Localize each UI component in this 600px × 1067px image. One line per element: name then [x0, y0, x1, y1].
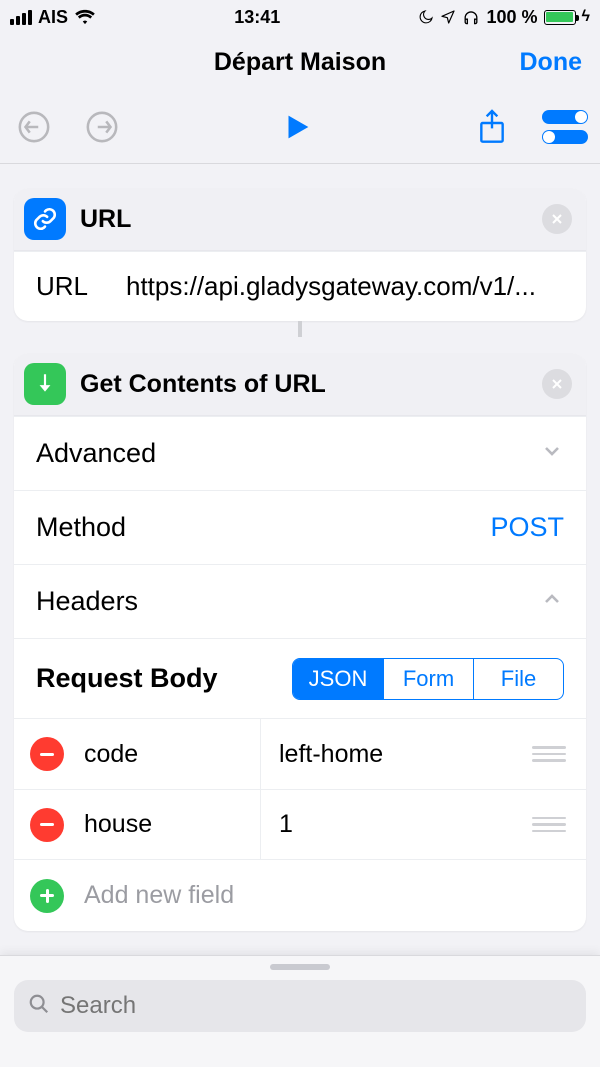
share-button[interactable]: [470, 105, 514, 149]
reorder-handle[interactable]: [526, 746, 572, 762]
redo-button[interactable]: [80, 105, 124, 149]
connector: [298, 321, 302, 337]
request-body-row: Request Body JSON Form File: [14, 638, 586, 718]
clock: 13:41: [234, 7, 280, 28]
method-value[interactable]: POST: [490, 512, 564, 543]
url-field-row[interactable]: URL https://api.gladysgateway.com/v1/...: [14, 251, 586, 321]
advanced-label: Advanced: [36, 438, 156, 469]
page-title: Départ Maison: [214, 48, 386, 77]
card-title: Get Contents of URL: [80, 370, 542, 399]
add-field-row[interactable]: Add new field: [14, 859, 586, 931]
status-right: 100 % ϟ: [418, 7, 590, 28]
settings-toggle-button[interactable]: [542, 109, 588, 145]
body-type-segmented-control[interactable]: JSON Form File: [292, 658, 564, 700]
download-icon: [24, 363, 66, 405]
search-input[interactable]: [60, 992, 572, 1020]
toolbar: [0, 90, 600, 164]
search-field[interactable]: [14, 980, 586, 1032]
nav-header: Départ Maison Done: [0, 34, 600, 90]
action-card-get-contents[interactable]: Get Contents of URL Advanced Method POST…: [14, 353, 586, 931]
method-row[interactable]: Method POST: [14, 490, 586, 564]
carrier-label: AIS: [38, 7, 68, 28]
seg-form[interactable]: Form: [383, 659, 473, 699]
field-row[interactable]: code left-home: [14, 719, 586, 789]
field-key[interactable]: code: [80, 740, 260, 769]
wifi-icon: [74, 9, 96, 25]
status-left: AIS: [10, 7, 96, 28]
actions-sheet[interactable]: [0, 955, 600, 1067]
toggle-icon: [542, 130, 588, 144]
card-title: URL: [80, 205, 542, 234]
seg-json[interactable]: JSON: [293, 659, 383, 699]
advanced-row[interactable]: Advanced: [14, 416, 586, 490]
field-value[interactable]: 1: [261, 810, 526, 839]
headers-label: Headers: [36, 586, 138, 617]
chevron-down-icon: [540, 439, 564, 468]
canvas[interactable]: URL URL https://api.gladysgateway.com/v1…: [0, 164, 600, 931]
toggle-icon: [542, 110, 588, 124]
do-not-disturb-icon: [418, 9, 434, 25]
done-button[interactable]: Done: [520, 48, 583, 77]
url-label: URL: [36, 271, 126, 302]
add-field-placeholder: Add new field: [84, 881, 234, 910]
field-row[interactable]: house 1: [14, 789, 586, 859]
battery-percent: 100 %: [486, 7, 537, 28]
action-card-url[interactable]: URL URL https://api.gladysgateway.com/v1…: [14, 188, 586, 321]
card-header: URL: [14, 188, 586, 251]
status-bar: AIS 13:41 100 % ϟ: [0, 0, 600, 34]
body-fields: code left-home house 1 Add new field: [14, 718, 586, 931]
charging-icon: ϟ: [582, 8, 590, 26]
remove-field-button[interactable]: [30, 737, 64, 771]
location-icon: [440, 9, 456, 25]
card-header: Get Contents of URL: [14, 353, 586, 416]
cellular-signal-icon: [10, 10, 32, 25]
method-label: Method: [36, 512, 126, 543]
request-body-label: Request Body: [36, 663, 218, 694]
sheet-grabber[interactable]: [270, 964, 330, 970]
field-key[interactable]: house: [80, 810, 260, 839]
delete-action-button[interactable]: [542, 369, 572, 399]
headphones-icon: [462, 9, 480, 25]
field-value[interactable]: left-home: [261, 740, 526, 769]
battery-icon: [544, 10, 576, 25]
chevron-up-icon: [540, 587, 564, 616]
seg-file[interactable]: File: [473, 659, 563, 699]
undo-button[interactable]: [12, 105, 56, 149]
url-value[interactable]: https://api.gladysgateway.com/v1/...: [126, 271, 536, 302]
reorder-handle[interactable]: [526, 817, 572, 833]
delete-action-button[interactable]: [542, 204, 572, 234]
remove-field-button[interactable]: [30, 808, 64, 842]
link-icon: [24, 198, 66, 240]
search-icon: [28, 993, 50, 1020]
run-button[interactable]: [275, 105, 319, 149]
add-icon: [30, 879, 64, 913]
headers-row[interactable]: Headers: [14, 564, 586, 638]
